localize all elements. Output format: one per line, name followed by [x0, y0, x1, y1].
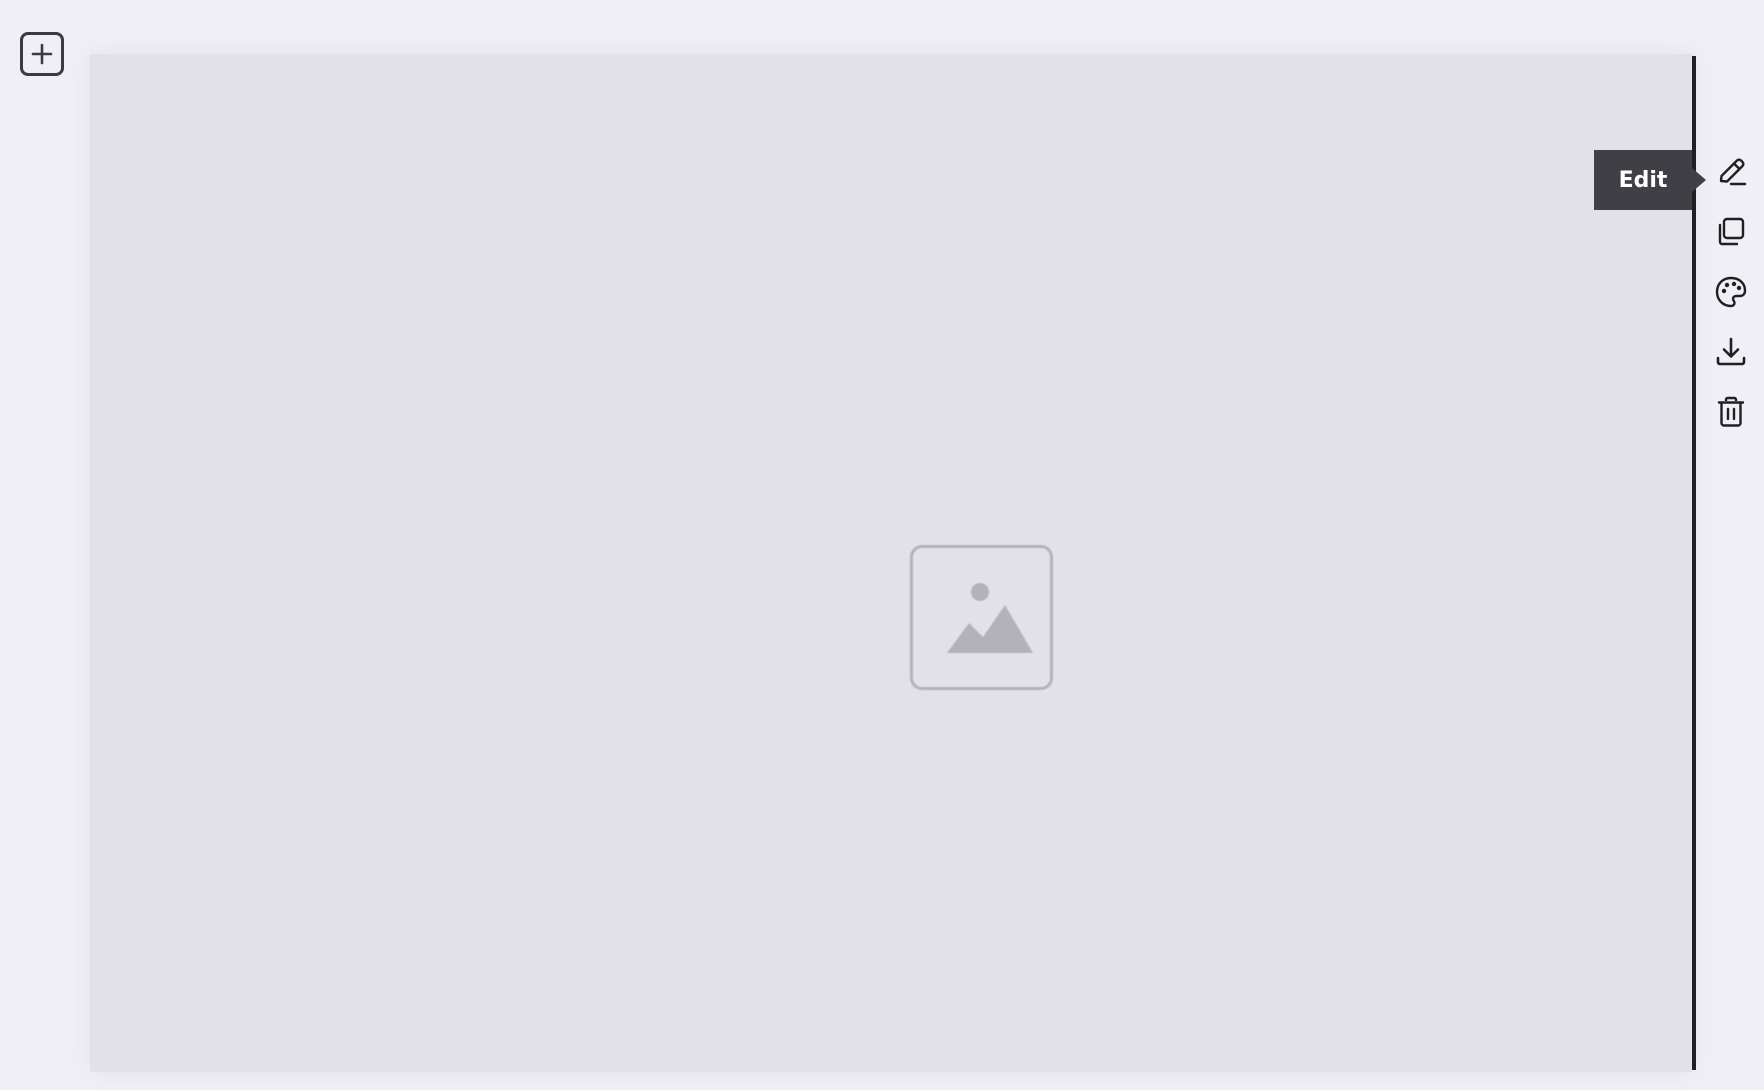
download-icon — [1716, 337, 1746, 366]
duplicate-button[interactable] — [1709, 210, 1753, 254]
edit-button[interactable] — [1709, 150, 1753, 194]
delete-button[interactable] — [1709, 390, 1753, 434]
pencil-icon — [1719, 158, 1747, 186]
image-block-canvas[interactable] — [90, 54, 1693, 1072]
tooltip-label: Edit — [1618, 167, 1668, 193]
plus-icon — [31, 43, 53, 65]
block-toolbar — [1702, 150, 1760, 450]
trash-icon — [1717, 396, 1745, 427]
image-placeholder-icon — [910, 545, 1053, 690]
style-button[interactable] — [1709, 270, 1753, 314]
add-block-button[interactable] — [20, 32, 64, 76]
download-button[interactable] — [1709, 330, 1753, 374]
palette-icon — [1715, 276, 1747, 308]
copy-icon — [1718, 217, 1745, 246]
selection-border — [1692, 56, 1696, 1070]
edit-tooltip: Edit — [1594, 150, 1692, 210]
